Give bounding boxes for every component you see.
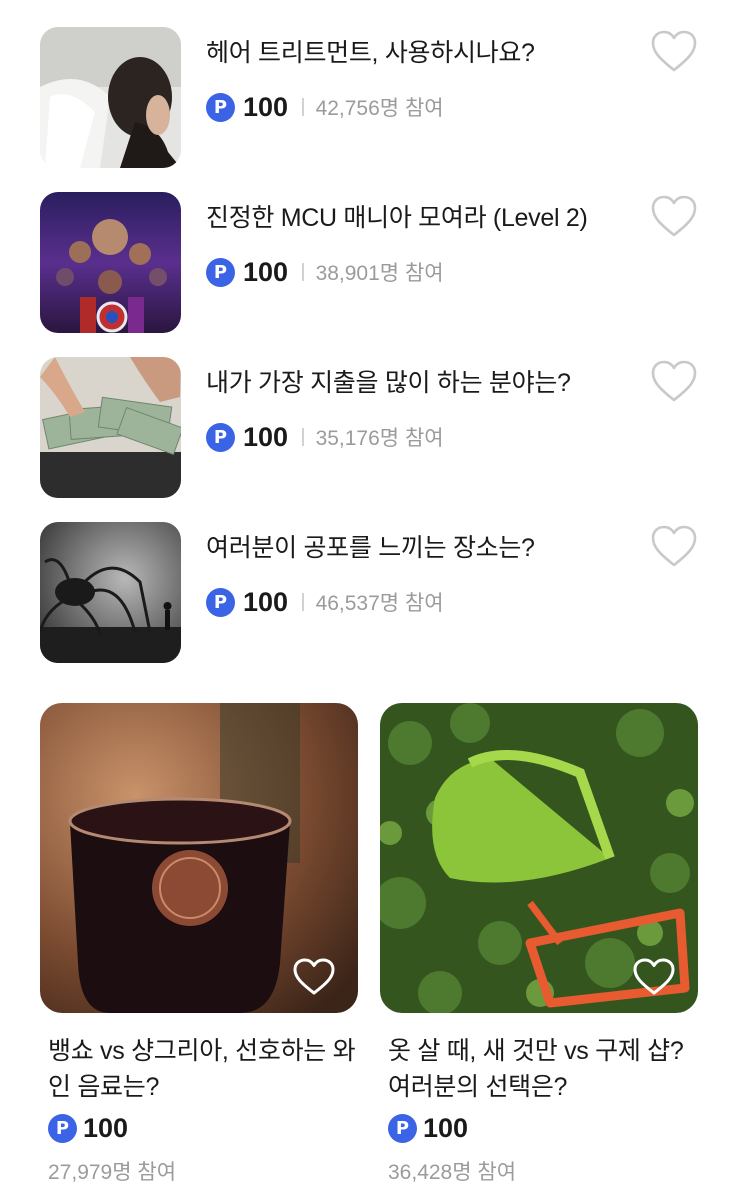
point-coin-icon: P bbox=[206, 422, 235, 452]
point-coin-icon: P bbox=[48, 1114, 77, 1143]
heart-outline-icon bbox=[293, 958, 335, 995]
participant-count: 42,756명 참여 bbox=[315, 97, 444, 120]
survey-card-image-fashion bbox=[380, 703, 698, 1013]
survey-title[interactable]: 헤어 트리트먼트, 사용하시나요? bbox=[206, 33, 535, 69]
like-button[interactable] bbox=[292, 957, 336, 997]
heart-outline-icon bbox=[651, 360, 697, 402]
participant-count: 36,428명 참여 bbox=[388, 1161, 517, 1184]
reward-points: 100 bbox=[243, 586, 289, 617]
survey-title[interactable]: 진정한 MCU 매니아 모여라 (Level 2) bbox=[206, 198, 588, 234]
like-button[interactable] bbox=[650, 194, 698, 240]
survey-title[interactable]: 내가 가장 지출을 많이 하는 분야는? bbox=[206, 363, 571, 399]
point-coin-icon: P bbox=[206, 257, 235, 287]
survey-meta: P 100 bbox=[388, 1113, 468, 1144]
survey-meta: P 100 46,537명 참여 bbox=[206, 586, 444, 618]
survey-thumbnail-money bbox=[40, 357, 181, 498]
like-button[interactable] bbox=[650, 524, 698, 570]
survey-title[interactable]: 뱅쇼 vs 샹그리아, 선호하는 와인 음료는? bbox=[48, 1033, 358, 1105]
divider bbox=[302, 98, 304, 116]
survey-card[interactable]: 옷 살 때, 새 것만 vs 구제 샵? 여러분의 선택은? P 100 36,… bbox=[380, 703, 698, 1200]
survey-card-image-wine bbox=[40, 703, 358, 1013]
reward-points: 100 bbox=[423, 1113, 469, 1143]
survey-list-item[interactable]: 여러분이 공포를 느끼는 장소는? P 100 46,537명 참여 bbox=[40, 522, 700, 664]
reward-points: 100 bbox=[243, 256, 289, 287]
survey-list-item[interactable]: 헤어 트리트먼트, 사용하시나요? P 100 42,756명 참여 bbox=[40, 27, 700, 169]
survey-meta: P 100 35,176명 참여 bbox=[206, 421, 444, 453]
participant-count: 35,176명 참여 bbox=[315, 427, 444, 450]
survey-title[interactable]: 여러분이 공포를 느끼는 장소는? bbox=[206, 528, 535, 564]
heart-outline-icon bbox=[651, 525, 697, 567]
survey-meta: P 100 42,756명 참여 bbox=[206, 91, 444, 123]
divider bbox=[302, 263, 304, 281]
divider bbox=[302, 593, 304, 611]
survey-list-item[interactable]: 진정한 MCU 매니아 모여라 (Level 2) P 100 38,901명 … bbox=[40, 192, 700, 334]
survey-thumbnail-hair bbox=[40, 27, 181, 168]
participant-count: 38,901명 참여 bbox=[315, 262, 444, 285]
like-button[interactable] bbox=[650, 359, 698, 405]
survey-thumbnail-spider bbox=[40, 522, 181, 663]
reward-points: 100 bbox=[243, 421, 289, 452]
heart-outline-icon bbox=[633, 958, 675, 995]
participant-count: 27,979명 참여 bbox=[48, 1161, 177, 1184]
survey-card[interactable]: 뱅쇼 vs 샹그리아, 선호하는 와인 음료는? P 100 27,979명 참… bbox=[40, 703, 358, 1200]
reward-points: 100 bbox=[83, 1113, 129, 1143]
like-button[interactable] bbox=[632, 957, 676, 997]
heart-outline-icon bbox=[651, 30, 697, 72]
like-button[interactable] bbox=[650, 29, 698, 75]
survey-meta: P 100 38,901명 참여 bbox=[206, 256, 444, 288]
participant-count: 46,537명 참여 bbox=[315, 592, 444, 615]
survey-meta: P 100 bbox=[48, 1113, 128, 1144]
divider bbox=[302, 428, 304, 446]
heart-outline-icon bbox=[651, 195, 697, 237]
point-coin-icon: P bbox=[206, 587, 235, 617]
survey-thumbnail-avengers bbox=[40, 192, 181, 333]
survey-list-item[interactable]: 내가 가장 지출을 많이 하는 분야는? P 100 35,176명 참여 bbox=[40, 357, 700, 499]
reward-points: 100 bbox=[243, 91, 289, 122]
point-coin-icon: P bbox=[206, 92, 235, 122]
survey-title[interactable]: 옷 살 때, 새 것만 vs 구제 샵? 여러분의 선택은? bbox=[388, 1033, 698, 1105]
point-coin-icon: P bbox=[388, 1114, 417, 1143]
